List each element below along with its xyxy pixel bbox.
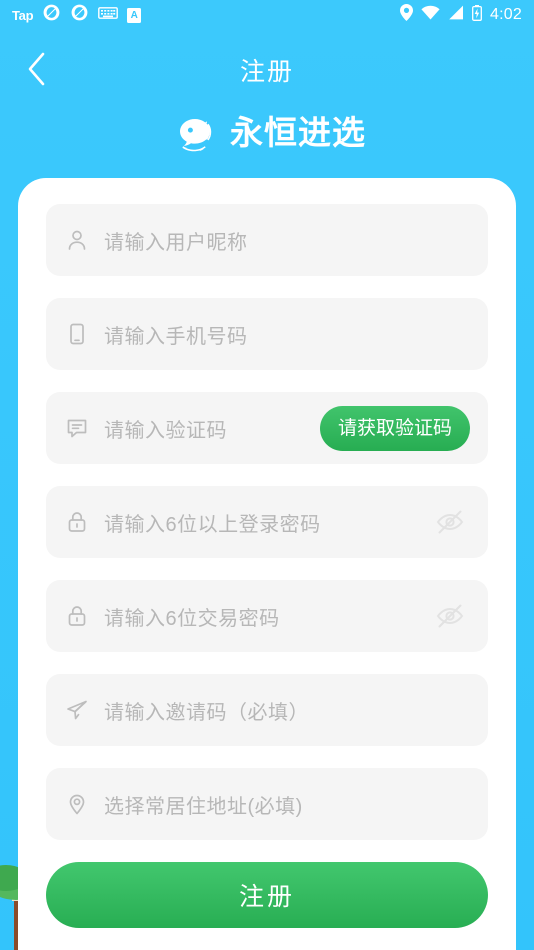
clock: 4:02 (490, 6, 522, 23)
get-verify-code-button[interactable]: 请获取验证码 (319, 405, 470, 451)
paper-plane-icon (64, 697, 90, 723)
status-bar-left: Tap A (12, 3, 142, 27)
field-nickname-placeholder: 请输入用户昵称 (104, 231, 248, 254)
battery-icon (472, 4, 482, 26)
lock-icon (64, 603, 90, 629)
location-pin-icon (400, 4, 414, 26)
cellular-signal-icon (448, 5, 464, 25)
status-bar-right: 4:02 (400, 4, 522, 26)
field-pay-password[interactable]: 请输入6位交易密码 (46, 580, 488, 652)
field-phone-placeholder: 请输入手机号码 (104, 325, 248, 348)
field-phone[interactable]: 请输入手机号码 (46, 298, 488, 370)
page-title: 注册 (239, 58, 294, 86)
message-icon (64, 415, 90, 441)
brand-name: 永恒进选 (230, 113, 366, 151)
wifi-icon (421, 5, 440, 25)
field-invite-code-placeholder: 请输入邀请码（必填） (104, 701, 309, 724)
a-badge-icon: A (127, 7, 142, 23)
status-bar: Tap A 4:02 (0, 0, 534, 30)
swirl-icon (42, 3, 61, 27)
app-label: Tap (12, 7, 34, 23)
brand-logo: 永恒进选 (0, 106, 534, 158)
person-icon (64, 227, 90, 253)
field-nickname[interactable]: 请输入用户昵称 (46, 204, 488, 276)
lock-icon (64, 509, 90, 535)
field-pay-password-placeholder: 请输入6位交易密码 (104, 607, 280, 630)
bird-emblem-icon (168, 106, 220, 158)
field-invite-code[interactable]: 请输入邀请码（必填） (46, 674, 488, 746)
register-submit-button[interactable]: 注册 (46, 862, 488, 928)
location-pin-icon (64, 791, 90, 817)
swirl-icon (70, 3, 89, 27)
field-verify-code[interactable]: 请输入验证码 请获取验证码 (46, 392, 488, 464)
eye-off-icon[interactable] (430, 502, 470, 542)
field-address[interactable]: 选择常居住地址(必填) (46, 768, 488, 840)
eye-off-icon[interactable] (430, 596, 470, 636)
page-header: 注册 永恒进选 (0, 30, 534, 178)
phone-icon (64, 321, 90, 347)
field-address-placeholder: 选择常居住地址(必填) (104, 795, 303, 818)
keyboard-icon (98, 6, 119, 24)
field-verify-code-placeholder: 请输入验证码 (104, 419, 227, 442)
registration-card: 请输入用户昵称 请输入手机号码 请输入验证码 请获取验证码 请输入6位以上登录密… (18, 178, 516, 950)
field-login-password-placeholder: 请输入6位以上登录密码 (104, 513, 321, 536)
field-login-password[interactable]: 请输入6位以上登录密码 (46, 486, 488, 558)
